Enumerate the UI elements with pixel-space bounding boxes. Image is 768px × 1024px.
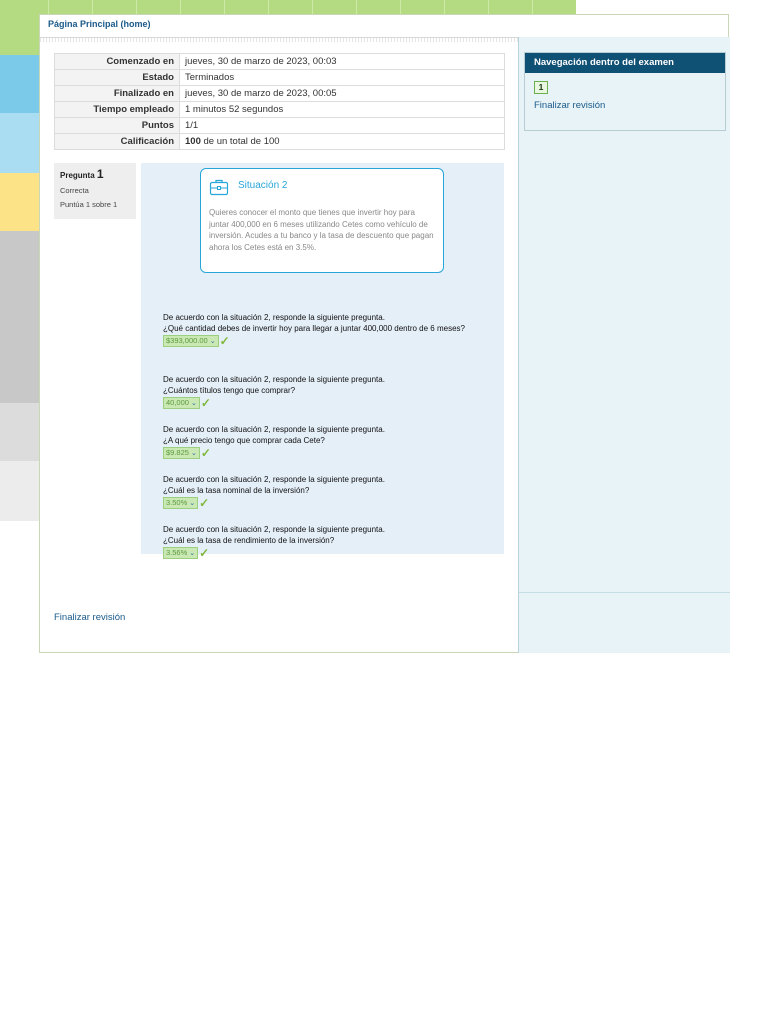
grade-score: 100: [185, 136, 201, 147]
answer-value: $9.825: [166, 448, 189, 457]
attempt-summary-table: Comenzado en jueves, 30 de marzo de 2023…: [54, 53, 505, 150]
subquestion: De acuerdo con la situación 2, responde …: [163, 313, 493, 347]
question-nav-button[interactable]: 1: [534, 81, 548, 94]
background-strip: [0, 231, 40, 403]
subquestion: De acuerdo con la situación 2, responde …: [163, 525, 493, 559]
summary-row: Tiempo empleado 1 minutos 52 segundos: [54, 101, 505, 118]
scenario-title: Situación 2: [238, 180, 288, 191]
summary-label: Calificación: [54, 133, 180, 150]
subquestion-intro: De acuerdo con la situación 2, responde …: [163, 375, 385, 384]
subquestion-intro: De acuerdo con la situación 2, responde …: [163, 475, 385, 484]
subquestion-text: ¿A qué precio tengo que comprar cada Cet…: [163, 435, 325, 445]
background-top-strip: [0, 0, 576, 14]
answer-select[interactable]: $393,000.00 ⌄: [163, 335, 219, 347]
subquestion-text: ¿Cuántos títulos tengo que comprar?: [163, 385, 296, 395]
nav-finalize-review-link[interactable]: Finalizar revisión: [534, 100, 605, 111]
subquestion-text: ¿Qué cantidad debes de invertir hoy para…: [163, 323, 465, 333]
subquestion-intro: De acuerdo con la situación 2, responde …: [163, 525, 385, 534]
quiz-navigation-block: Navegación dentro del examen 1 Finalizar…: [524, 52, 726, 131]
summary-value: Terminados: [179, 69, 505, 86]
subquestion-intro: De acuerdo con la situación 2, responde …: [163, 425, 385, 434]
right-sidebar: Navegación dentro del examen 1 Finalizar…: [518, 37, 730, 653]
chevron-down-icon: ⌄: [189, 500, 196, 507]
answer-select[interactable]: 40,000 ⌄: [163, 397, 200, 409]
checkmark-icon: ✓: [200, 445, 211, 460]
chevron-down-icon: ⌄: [190, 450, 197, 457]
sidebar-divider: [519, 592, 730, 593]
question-content: Situación 2 Quieres conocer el monto que…: [141, 163, 504, 559]
question-prefix: Pregunta: [60, 171, 97, 180]
answer-value: 3.56%: [166, 548, 188, 557]
summary-row: Calificación 100 de un total de 100: [54, 133, 505, 150]
answer-select[interactable]: $9.825 ⌄: [163, 447, 200, 459]
summary-value: jueves, 30 de marzo de 2023, 00:05: [179, 85, 505, 102]
question-number: Pregunta 1: [60, 167, 130, 181]
breadcrumb-home-link[interactable]: Página Principal (home): [48, 19, 151, 29]
subquestion: De acuerdo con la situación 2, responde …: [163, 475, 493, 509]
summary-label: Finalizado en: [54, 85, 180, 102]
background-strip: [0, 113, 40, 173]
summary-label: Tiempo empleado: [54, 101, 180, 118]
answer-select[interactable]: 3.56% ⌄: [163, 547, 199, 559]
chevron-down-icon: ⌄: [209, 338, 216, 345]
summary-label: Estado: [54, 69, 180, 86]
breadcrumb-bar: Página Principal (home): [40, 15, 728, 38]
grade-total: de un total de 100: [200, 136, 280, 147]
finalize-review-link[interactable]: Finalizar revisión: [54, 612, 125, 623]
summary-label: Puntos: [54, 117, 180, 134]
summary-label: Comenzado en: [54, 53, 180, 70]
answer-value: 40,000: [166, 398, 189, 407]
question-info: Pregunta 1 Correcta Puntúa 1 sobre 1: [54, 163, 136, 219]
summary-value: 1/1: [179, 117, 505, 134]
background-strip: [0, 0, 40, 55]
summary-value: 100 de un total de 100: [179, 133, 505, 150]
background-strip: [0, 55, 40, 113]
checkmark-icon: ✓: [199, 545, 210, 560]
subquestion-text: ¿Cuál es la tasa nominal de la inversión…: [163, 485, 310, 495]
subquestion-text: ¿Cuál es la tasa de rendimiento de la in…: [163, 535, 335, 545]
subquestion: De acuerdo con la situación 2, responde …: [163, 425, 493, 459]
answer-select[interactable]: 3.50% ⌄: [163, 497, 199, 509]
checkmark-icon: ✓: [199, 495, 210, 510]
checkmark-icon: ✓: [219, 333, 230, 348]
subquestion: De acuerdo con la situación 2, responde …: [163, 375, 493, 409]
quiz-navigation-title: Navegación dentro del examen: [525, 53, 725, 73]
question-state: Correcta: [60, 186, 89, 195]
summary-value: jueves, 30 de marzo de 2023, 00:03: [179, 53, 505, 70]
summary-row: Estado Terminados: [54, 69, 505, 86]
summary-value: 1 minutos 52 segundos: [179, 101, 505, 118]
summary-row: Puntos 1/1: [54, 117, 505, 134]
scenario-text: Quieres conocer el monto que tienes que …: [209, 208, 434, 252]
question-grade: Puntúa 1 sobre 1: [60, 200, 118, 209]
chevron-down-icon: ⌄: [189, 550, 196, 557]
hatch-divider: [40, 38, 518, 42]
scenario-card: Situación 2 Quieres conocer el monto que…: [200, 168, 444, 273]
background-strip: [0, 173, 40, 231]
answer-value: $393,000.00: [166, 336, 208, 345]
chevron-down-icon: ⌄: [190, 400, 197, 407]
page-frame: Página Principal (home) Comenzado en jue…: [39, 14, 730, 653]
checkmark-icon: ✓: [200, 395, 211, 410]
subquestion-intro: De acuerdo con la situación 2, responde …: [163, 313, 385, 322]
summary-row: Finalizado en jueves, 30 de marzo de 202…: [54, 85, 505, 102]
question-number-value: 1: [96, 167, 104, 181]
background-strip: [0, 461, 40, 521]
answer-value: 3.50%: [166, 498, 188, 507]
background-strip: [0, 403, 40, 461]
summary-row: Comenzado en jueves, 30 de marzo de 2023…: [54, 53, 505, 70]
briefcase-icon: [209, 178, 229, 196]
